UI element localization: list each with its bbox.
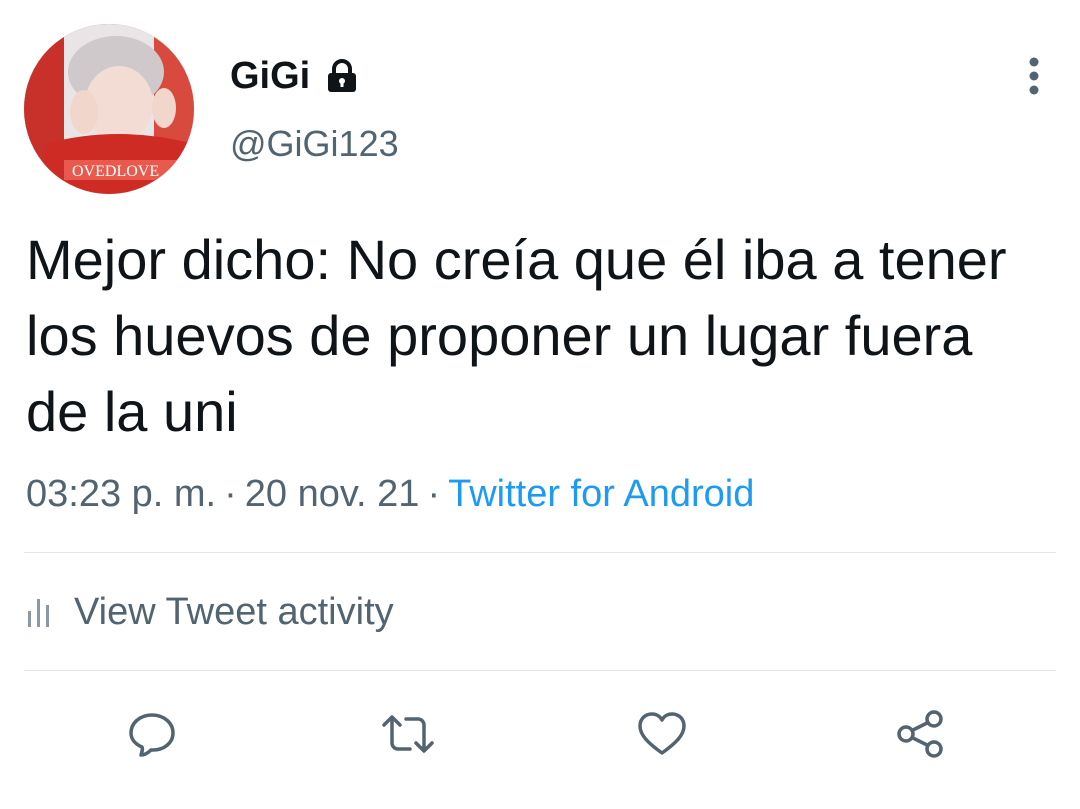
divider <box>24 552 1056 553</box>
tweet-text: Mejor dicho: No creía que él iba a tener… <box>26 228 1007 443</box>
view-tweet-activity-label: View Tweet activity <box>74 591 394 633</box>
user-handle[interactable]: @GiGi123 <box>230 120 399 168</box>
tweet-action-bar <box>0 700 1080 770</box>
vertical-dots-icon <box>1029 57 1039 95</box>
tweet-time: 03:23 p. m. <box>26 473 217 515</box>
meta-separator: · <box>224 473 237 515</box>
reply-button[interactable] <box>124 706 180 762</box>
divider <box>24 670 1056 671</box>
retweet-button[interactable] <box>380 706 436 762</box>
retweet-icon <box>382 715 434 753</box>
lock-icon <box>324 58 360 94</box>
bar-chart-icon <box>26 595 56 629</box>
tweet-meta: 03:23 p. m. · 20 nov. 21 · Twitter for Andro… <box>26 470 754 518</box>
share-icon <box>897 710 943 758</box>
tweet-source-link[interactable]: Twitter for Android <box>448 473 754 515</box>
meta-separator: · <box>427 473 441 515</box>
svg-text:OVEDLOVE: OVEDLOVE <box>72 163 159 180</box>
more-options-button[interactable] <box>1010 52 1058 100</box>
heart-icon <box>638 712 686 755</box>
tweet-detail: OVEDLOVE GiGi @GiGi123 Mejor dicho: No c… <box>0 0 1080 809</box>
like-button[interactable] <box>634 706 690 762</box>
view-tweet-activity-button[interactable]: View Tweet activity <box>26 582 394 642</box>
share-button[interactable] <box>892 706 948 762</box>
reply-icon <box>129 713 175 757</box>
avatar[interactable]: OVEDLOVE <box>24 24 194 194</box>
display-name-row: GiGi <box>230 52 360 100</box>
tweet-date: 20 nov. 21 <box>244 473 420 515</box>
avatar-photo: OVEDLOVE <box>24 24 194 194</box>
display-name[interactable]: GiGi <box>230 52 310 100</box>
